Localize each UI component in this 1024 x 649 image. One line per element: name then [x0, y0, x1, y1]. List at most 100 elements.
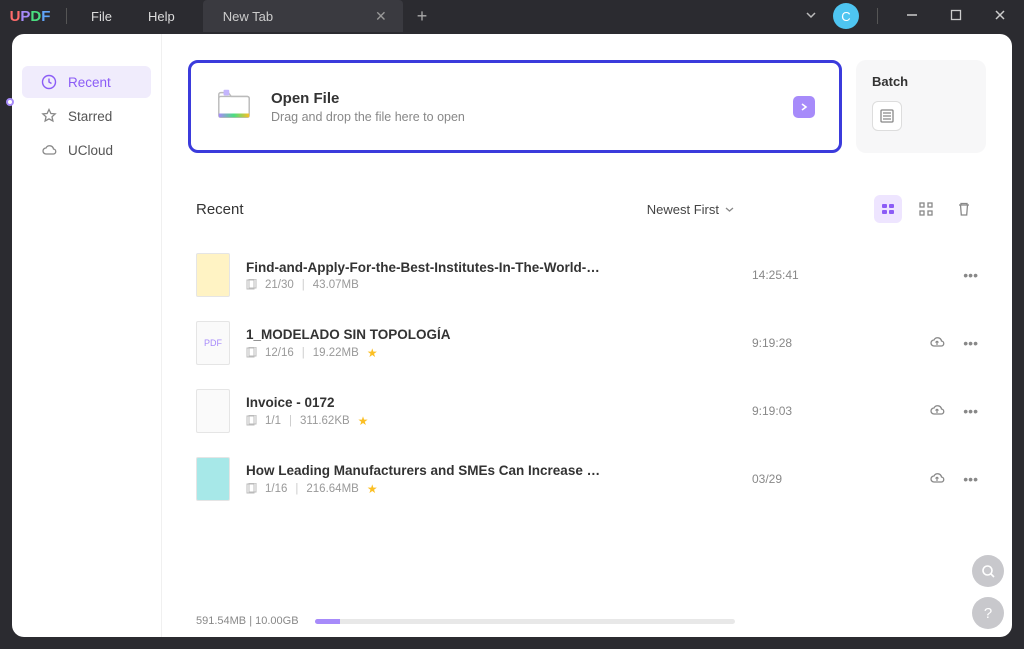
- open-file-title: Open File: [271, 90, 465, 107]
- star-icon: [40, 108, 58, 124]
- file-thumbnail: [196, 253, 230, 297]
- batch-title: Batch: [872, 74, 970, 89]
- file-info: Find-and-Apply-For-the-Best-Institutes-I…: [246, 260, 736, 291]
- file-pages: 21/30: [265, 279, 294, 291]
- cloud-upload-icon[interactable]: [929, 402, 945, 421]
- storage-text: 591.54MB | 10.00GB: [196, 615, 299, 627]
- app-surface: Recent Starred UCloud Open File Drag and: [12, 34, 1012, 637]
- cloud-upload-icon[interactable]: [929, 470, 945, 489]
- more-icon[interactable]: •••: [963, 267, 978, 283]
- batch-card[interactable]: Batch: [856, 60, 986, 153]
- separator: [877, 8, 878, 24]
- file-row[interactable]: Find-and-Apply-For-the-Best-Institutes-I…: [188, 241, 986, 309]
- sidebar-item-ucloud[interactable]: UCloud: [22, 134, 151, 166]
- avatar[interactable]: C: [833, 3, 859, 29]
- storage-fill: [315, 619, 340, 624]
- folder-icon: [215, 85, 253, 128]
- open-file-subtitle: Drag and drop the file here to open: [271, 110, 465, 124]
- tab-new[interactable]: New Tab ✕: [203, 0, 403, 32]
- file-time: 03/29: [752, 472, 872, 486]
- sidebar-item-label: Starred: [68, 109, 112, 124]
- file-meta: 1/1|311.62KB★: [246, 414, 736, 428]
- file-actions: •••: [888, 470, 978, 489]
- file-list: Find-and-Apply-For-the-Best-Institutes-I…: [188, 241, 986, 609]
- menu-file[interactable]: File: [73, 9, 130, 24]
- file-actions: •••: [888, 267, 978, 283]
- more-icon[interactable]: •••: [963, 471, 978, 487]
- star-icon: ★: [358, 414, 369, 428]
- titlebar: UPDF File Help New Tab ✕ + C: [0, 0, 1024, 32]
- file-row[interactable]: How Leading Manufacturers and SMEs Can I…: [188, 445, 986, 513]
- pages-icon: [246, 347, 257, 358]
- file-row[interactable]: PDF1_MODELADO SIN TOPOLOGÍA12/16|19.22MB…: [188, 309, 986, 377]
- file-row[interactable]: Invoice - 01721/1|311.62KB★9:19:03•••: [188, 377, 986, 445]
- more-icon[interactable]: •••: [963, 335, 978, 351]
- sidebar-item-label: Recent: [68, 75, 111, 90]
- star-icon: ★: [367, 482, 378, 496]
- sidebar-item-label: UCloud: [68, 143, 113, 158]
- add-tab-button[interactable]: +: [403, 6, 442, 27]
- delete-button[interactable]: [950, 195, 978, 223]
- file-name: Find-and-Apply-For-the-Best-Institutes-I…: [246, 260, 606, 275]
- tab-label: New Tab: [223, 9, 273, 24]
- close-icon[interactable]: ✕: [371, 6, 391, 27]
- file-meta: 21/30|43.07MB: [246, 279, 736, 291]
- file-size: 19.22MB: [313, 347, 359, 359]
- file-time: 9:19:03: [752, 404, 872, 418]
- clock-icon: [40, 74, 58, 90]
- main-content: Open File Drag and drop the file here to…: [162, 34, 1012, 637]
- file-actions: •••: [888, 334, 978, 353]
- more-icon[interactable]: •••: [963, 403, 978, 419]
- file-thumbnail: [196, 389, 230, 433]
- minimize-button[interactable]: [896, 4, 928, 28]
- separator: [66, 8, 67, 24]
- cloud-upload-icon[interactable]: [929, 334, 945, 353]
- list-view-button[interactable]: [874, 195, 902, 223]
- maximize-button[interactable]: [940, 4, 972, 28]
- sidebar-item-recent[interactable]: Recent: [22, 66, 151, 98]
- file-info: Invoice - 01721/1|311.62KB★: [246, 395, 736, 428]
- section-title: Recent: [196, 201, 244, 218]
- file-meta: 12/16|19.22MB★: [246, 346, 736, 360]
- file-info: How Leading Manufacturers and SMEs Can I…: [246, 463, 736, 496]
- file-name: How Leading Manufacturers and SMEs Can I…: [246, 463, 606, 478]
- file-pages: 1/16: [265, 483, 287, 495]
- file-meta: 1/16|216.64MB★: [246, 482, 736, 496]
- file-size: 311.62KB: [300, 415, 350, 427]
- cloud-icon: [40, 142, 58, 158]
- file-size: 216.64MB: [306, 483, 358, 495]
- file-thumbnail: PDF: [196, 321, 230, 365]
- sidebar-item-starred[interactable]: Starred: [22, 100, 151, 132]
- file-size: 43.07MB: [313, 279, 359, 291]
- file-thumbnail: [196, 457, 230, 501]
- file-pages: 1/1: [265, 415, 281, 427]
- search-fab[interactable]: [972, 555, 1004, 587]
- help-fab[interactable]: ?: [972, 597, 1004, 629]
- pages-icon: [246, 279, 257, 290]
- file-info: 1_MODELADO SIN TOPOLOGÍA12/16|19.22MB★: [246, 327, 736, 360]
- app-logo: UPDF: [0, 8, 60, 25]
- chevron-down-icon: [725, 205, 734, 214]
- active-indicator: [6, 98, 14, 106]
- file-name: 1_MODELADO SIN TOPOLOGÍA: [246, 327, 606, 342]
- file-name: Invoice - 0172: [246, 395, 606, 410]
- file-pages: 12/16: [265, 347, 294, 359]
- file-actions: •••: [888, 402, 978, 421]
- pages-icon: [246, 483, 257, 494]
- file-time: 14:25:41: [752, 268, 872, 282]
- sort-dropdown[interactable]: Newest First: [647, 202, 734, 217]
- batch-icon: [872, 101, 902, 131]
- sidebar: Recent Starred UCloud: [12, 34, 162, 637]
- chevron-right-icon[interactable]: [793, 96, 815, 118]
- grid-view-button[interactable]: [912, 195, 940, 223]
- star-icon: ★: [367, 346, 378, 360]
- menu-help[interactable]: Help: [130, 9, 193, 24]
- sort-label: Newest First: [647, 202, 719, 217]
- chevron-down-icon[interactable]: [801, 5, 821, 28]
- file-time: 9:19:28: [752, 336, 872, 350]
- open-file-card[interactable]: Open File Drag and drop the file here to…: [188, 60, 842, 153]
- pages-icon: [246, 415, 257, 426]
- storage-footer: 591.54MB | 10.00GB: [188, 609, 986, 637]
- close-window-button[interactable]: [984, 4, 1016, 28]
- storage-bar: [315, 619, 735, 624]
